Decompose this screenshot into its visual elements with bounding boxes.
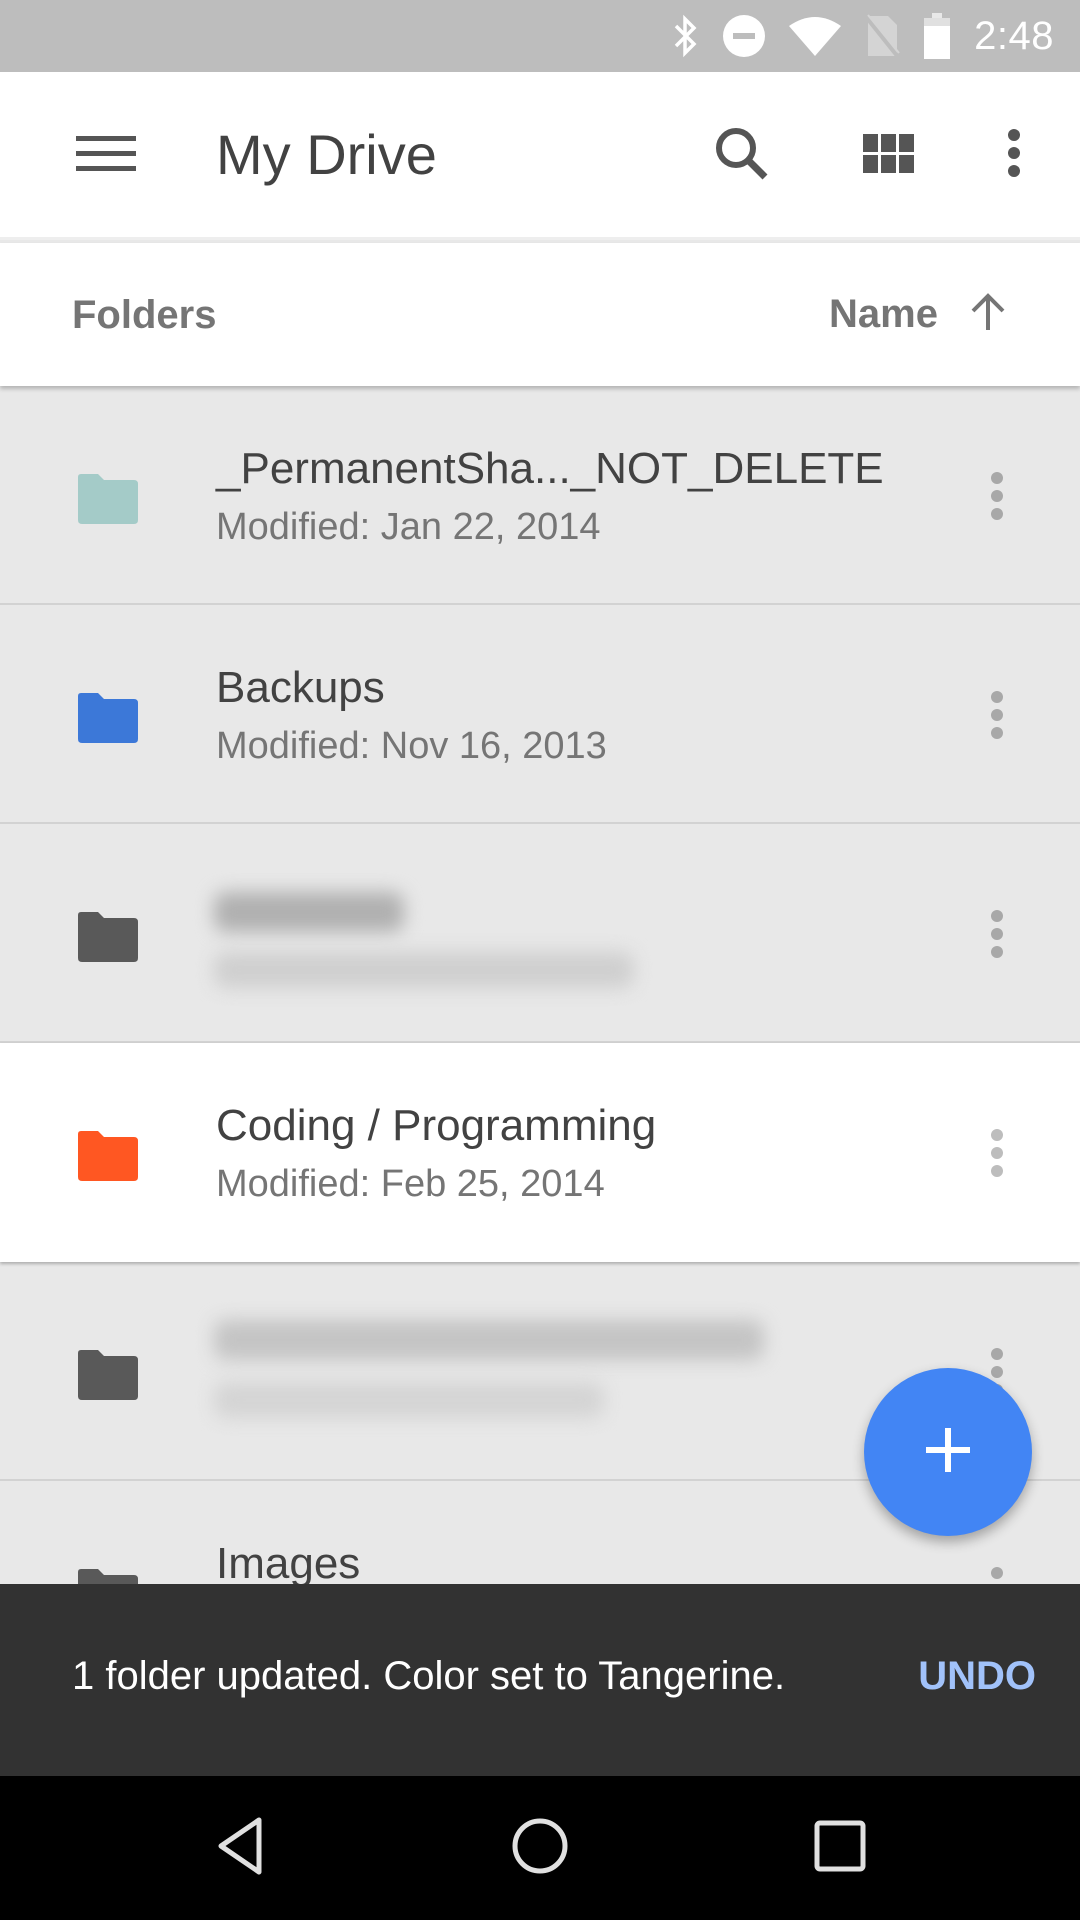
new-item-fab[interactable] bbox=[864, 1368, 1032, 1536]
folder-name: _PermanentSha..._NOT_DELETE bbox=[216, 444, 884, 493]
undo-button[interactable]: UNDO bbox=[918, 1654, 1036, 1699]
folder-row[interactable]: _PermanentSha..._NOT_DELETE Modified: Ja… bbox=[0, 386, 1080, 605]
status-time: 2:48 bbox=[974, 13, 1054, 58]
sort-label: Name bbox=[829, 291, 938, 336]
snackbar-message: 1 folder updated. Color set to Tangerine… bbox=[72, 1654, 786, 1698]
folder-more-button[interactable] bbox=[972, 685, 1022, 745]
folder-more-button[interactable] bbox=[972, 904, 1022, 964]
hamburger-menu-icon[interactable] bbox=[74, 130, 138, 178]
app-bar: My Drive bbox=[0, 72, 1080, 240]
folder-more-button[interactable] bbox=[972, 1123, 1022, 1183]
folder-name-redacted bbox=[214, 1320, 764, 1360]
recents-button[interactable] bbox=[790, 1798, 890, 1898]
page-title: My Drive bbox=[216, 123, 437, 186]
navigation-bar bbox=[0, 1776, 1080, 1920]
sort-header: Folders Name bbox=[0, 243, 1080, 386]
folder-name: Backups bbox=[216, 663, 385, 712]
recents-icon bbox=[813, 1819, 867, 1878]
folder-name: Coding / Programming bbox=[216, 1101, 657, 1150]
folder-icon bbox=[78, 1350, 138, 1400]
battery-icon bbox=[922, 12, 952, 60]
no-sim-icon bbox=[864, 13, 900, 59]
more-options-button[interactable] bbox=[974, 116, 1054, 196]
bluetooth-icon bbox=[672, 14, 700, 58]
folder-icon bbox=[78, 693, 138, 743]
folder-row-selected[interactable]: Coding / Programming Modified: Feb 25, 2… bbox=[0, 1043, 1080, 1262]
folder-name: Images bbox=[216, 1539, 361, 1588]
folder-modified-redacted bbox=[214, 952, 634, 988]
wifi-icon bbox=[788, 14, 842, 58]
home-button[interactable] bbox=[490, 1798, 590, 1898]
grid-view-button[interactable] bbox=[849, 116, 929, 196]
back-button[interactable] bbox=[190, 1798, 290, 1898]
search-button[interactable] bbox=[702, 116, 782, 196]
back-icon bbox=[213, 1816, 267, 1881]
section-label-folders: Folders bbox=[72, 293, 217, 337]
folder-modified-redacted bbox=[214, 1382, 604, 1418]
search-icon bbox=[712, 124, 772, 189]
folder-modified: Modified: Jan 22, 2014 bbox=[216, 506, 601, 548]
plus-icon bbox=[926, 1427, 970, 1477]
folder-modified: Modified: Nov 16, 2013 bbox=[216, 725, 607, 767]
folder-row[interactable]: Backups Modified: Nov 16, 2013 bbox=[0, 605, 1080, 824]
home-icon bbox=[510, 1816, 570, 1881]
folder-icon bbox=[78, 1131, 138, 1181]
arrow-up-icon bbox=[968, 292, 1008, 337]
folder-row[interactable] bbox=[0, 824, 1080, 1043]
snackbar: 1 folder updated. Color set to Tangerine… bbox=[0, 1584, 1080, 1776]
status-bar: 2:48 bbox=[0, 0, 1080, 72]
more-vert-icon bbox=[1004, 128, 1024, 185]
do-not-disturb-icon bbox=[722, 14, 766, 58]
folder-modified: Modified: Feb 25, 2014 bbox=[216, 1163, 605, 1205]
folder-icon bbox=[78, 474, 138, 524]
folder-icon bbox=[78, 912, 138, 962]
folder-name-redacted bbox=[214, 892, 404, 932]
sort-by-name-button[interactable]: Name bbox=[829, 279, 1008, 349]
folder-more-button[interactable] bbox=[972, 466, 1022, 526]
grid-view-icon bbox=[862, 133, 916, 180]
